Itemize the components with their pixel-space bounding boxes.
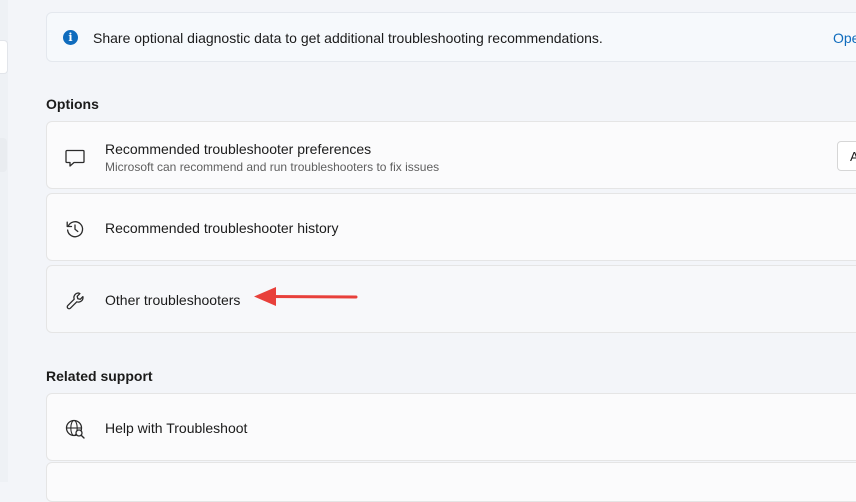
wrench-icon xyxy=(64,290,86,312)
chat-bubble-icon xyxy=(64,146,86,168)
open-diagnostics-link[interactable]: Ope xyxy=(833,30,856,46)
other-troubleshooters-title: Other troubleshooters xyxy=(105,292,241,308)
info-icon: i xyxy=(63,30,78,45)
preferences-dropdown[interactable]: A xyxy=(837,141,856,171)
recommended-troubleshooter-history-item[interactable]: Recommended troubleshooter history xyxy=(46,193,856,261)
infobar-text: Share optional diagnostic data to get ad… xyxy=(93,30,603,46)
history-title: Recommended troubleshooter history xyxy=(105,220,339,236)
nav-pane-element[interactable] xyxy=(0,40,8,74)
help-with-troubleshoot-title: Help with Troubleshoot xyxy=(105,420,248,436)
globe-search-icon xyxy=(64,418,86,440)
diagnostic-data-infobar: i Share optional diagnostic data to get … xyxy=(46,12,856,62)
preferences-dropdown-value: A xyxy=(850,149,856,164)
nav-pane-selected-indicator xyxy=(0,138,7,172)
history-icon xyxy=(64,218,86,240)
preferences-title: Recommended troubleshooter preferences xyxy=(105,141,372,157)
options-heading: Options xyxy=(46,96,99,112)
related-support-heading: Related support xyxy=(46,368,153,384)
preferences-subtitle: Microsoft can recommend and run troubles… xyxy=(105,160,440,174)
help-with-troubleshoot-item[interactable]: Help with Troubleshoot xyxy=(46,393,856,461)
recommended-troubleshooter-preferences-item[interactable]: Recommended troubleshooter preferences M… xyxy=(46,121,856,189)
related-support-item-partial[interactable] xyxy=(46,462,856,502)
annotation-arrow xyxy=(254,287,358,306)
other-troubleshooters-item[interactable]: Other troubleshooters xyxy=(46,265,856,333)
